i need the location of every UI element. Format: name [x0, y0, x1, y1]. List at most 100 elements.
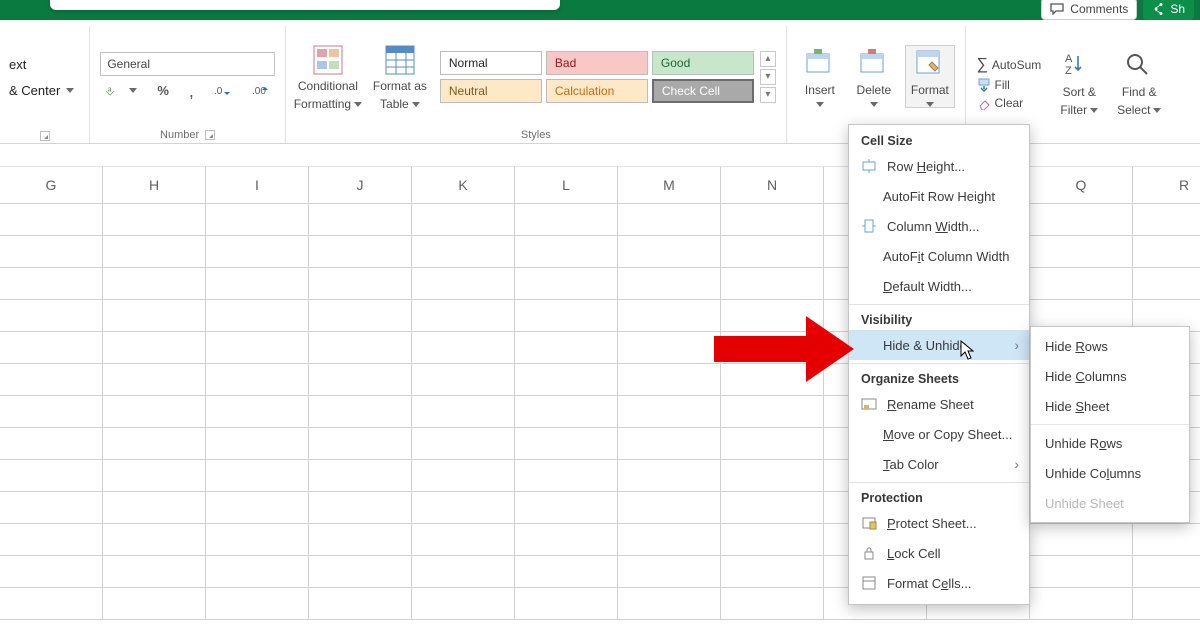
cell[interactable] — [1030, 556, 1133, 588]
cell[interactable] — [0, 268, 103, 300]
cell[interactable] — [618, 588, 721, 620]
col-header-R[interactable]: R — [1133, 167, 1200, 204]
delete-cells-button[interactable]: Delete — [851, 46, 897, 106]
cell[interactable] — [1030, 524, 1133, 556]
cell[interactable] — [103, 300, 206, 332]
comma-button[interactable]: , — [184, 80, 199, 102]
cell[interactable] — [1030, 236, 1133, 268]
cell[interactable] — [721, 364, 824, 396]
cell[interactable] — [309, 588, 412, 620]
style-cell-normal[interactable]: Normal — [440, 51, 542, 75]
cell[interactable] — [206, 268, 309, 300]
menu-item-default-width[interactable]: Default Width... — [849, 271, 1029, 301]
cell[interactable] — [103, 492, 206, 524]
cell[interactable] — [206, 236, 309, 268]
menu-item-protect-sheet[interactable]: Protect Sheet... — [849, 508, 1029, 538]
style-cell-calculation[interactable]: Calculation — [546, 79, 648, 103]
increase-decimal-button[interactable]: .0 — [209, 80, 237, 102]
submenu-unhide-rows[interactable]: Unhide Rows — [1031, 428, 1189, 458]
col-header-H[interactable]: H — [103, 167, 206, 204]
cell[interactable] — [103, 556, 206, 588]
cell[interactable] — [721, 492, 824, 524]
scroll-up-icon[interactable]: ▴ — [760, 51, 776, 67]
submenu-hide-rows[interactable]: Hide Rows — [1031, 331, 1189, 361]
cell[interactable] — [0, 300, 103, 332]
cell[interactable] — [206, 332, 309, 364]
cell[interactable] — [206, 396, 309, 428]
cell[interactable] — [515, 524, 618, 556]
menu-item-hide-unhide[interactable]: Hide & Unhide — [849, 330, 1029, 360]
number-format-combo[interactable]: General — [100, 52, 275, 76]
cell[interactable] — [309, 364, 412, 396]
cell[interactable] — [515, 588, 618, 620]
cell[interactable] — [412, 300, 515, 332]
menu-item-col-width[interactable]: Column Width... — [849, 211, 1029, 241]
accounting-format-button[interactable]: ⎀ — [100, 80, 142, 102]
cell[interactable] — [412, 236, 515, 268]
cell[interactable] — [412, 204, 515, 236]
cell[interactable] — [618, 396, 721, 428]
cell[interactable] — [0, 364, 103, 396]
cell[interactable] — [103, 524, 206, 556]
conditional-formatting-button[interactable]: Conditional Formatting — [296, 42, 360, 110]
cell[interactable] — [721, 396, 824, 428]
cell[interactable] — [618, 204, 721, 236]
menu-item-tab-color[interactable]: Tab Color — [849, 449, 1029, 479]
col-header-Q[interactable]: Q — [1030, 167, 1133, 204]
cell[interactable] — [618, 428, 721, 460]
cell[interactable] — [618, 236, 721, 268]
fill-button[interactable]: Fill — [977, 77, 1014, 93]
merge-center-button[interactable]: & Center — [4, 80, 79, 102]
style-cell-bad[interactable]: Bad — [546, 51, 648, 75]
cell[interactable] — [103, 428, 206, 460]
cell[interactable] — [309, 428, 412, 460]
scroll-down-icon[interactable]: ▾ — [760, 69, 776, 85]
cell[interactable] — [618, 332, 721, 364]
cell[interactable] — [618, 524, 721, 556]
style-cell-neutral[interactable]: Neutral — [440, 79, 542, 103]
cell[interactable] — [206, 492, 309, 524]
cell[interactable] — [1133, 556, 1200, 588]
cell[interactable] — [206, 364, 309, 396]
cell[interactable] — [309, 268, 412, 300]
cell[interactable] — [0, 588, 103, 620]
cell[interactable] — [515, 460, 618, 492]
style-cell-check-cell[interactable]: Check Cell — [652, 79, 754, 103]
cell[interactable] — [721, 236, 824, 268]
cell[interactable] — [0, 332, 103, 364]
cell[interactable] — [103, 396, 206, 428]
cell[interactable] — [515, 428, 618, 460]
cell[interactable] — [0, 428, 103, 460]
gallery-expand-icon[interactable]: ▾ — [760, 87, 776, 103]
menu-item-move-copy[interactable]: Move or Copy Sheet... — [849, 419, 1029, 449]
col-header-G[interactable]: G — [0, 167, 103, 204]
cell[interactable] — [206, 524, 309, 556]
col-header-L[interactable]: L — [515, 167, 618, 204]
styles-gallery-scroll[interactable]: ▴ ▾ ▾ — [760, 51, 776, 103]
menu-item-format-cells[interactable]: Format Cells... — [849, 568, 1029, 598]
cell[interactable] — [103, 268, 206, 300]
col-header-N[interactable]: N — [721, 167, 824, 204]
cell[interactable] — [721, 556, 824, 588]
cell[interactable] — [309, 492, 412, 524]
cell[interactable] — [515, 236, 618, 268]
cell[interactable] — [721, 588, 824, 620]
cell[interactable] — [721, 204, 824, 236]
col-header-J[interactable]: J — [309, 167, 412, 204]
menu-item-autofit-row[interactable]: AutoFit Row Height — [849, 181, 1029, 211]
cell[interactable] — [515, 332, 618, 364]
cell[interactable] — [103, 460, 206, 492]
cell[interactable] — [0, 524, 103, 556]
cell[interactable] — [515, 492, 618, 524]
cell[interactable] — [618, 268, 721, 300]
cell[interactable] — [618, 364, 721, 396]
col-header-I[interactable]: I — [206, 167, 309, 204]
autosum-button[interactable]: ∑ AutoSum — [977, 55, 1046, 75]
cell[interactable] — [721, 524, 824, 556]
cell[interactable] — [515, 204, 618, 236]
cell[interactable] — [618, 300, 721, 332]
format-as-table-button[interactable]: Format as Table — [368, 42, 432, 110]
comments-button[interactable]: Comments — [1041, 0, 1137, 20]
cell[interactable] — [515, 556, 618, 588]
cell[interactable] — [618, 556, 721, 588]
